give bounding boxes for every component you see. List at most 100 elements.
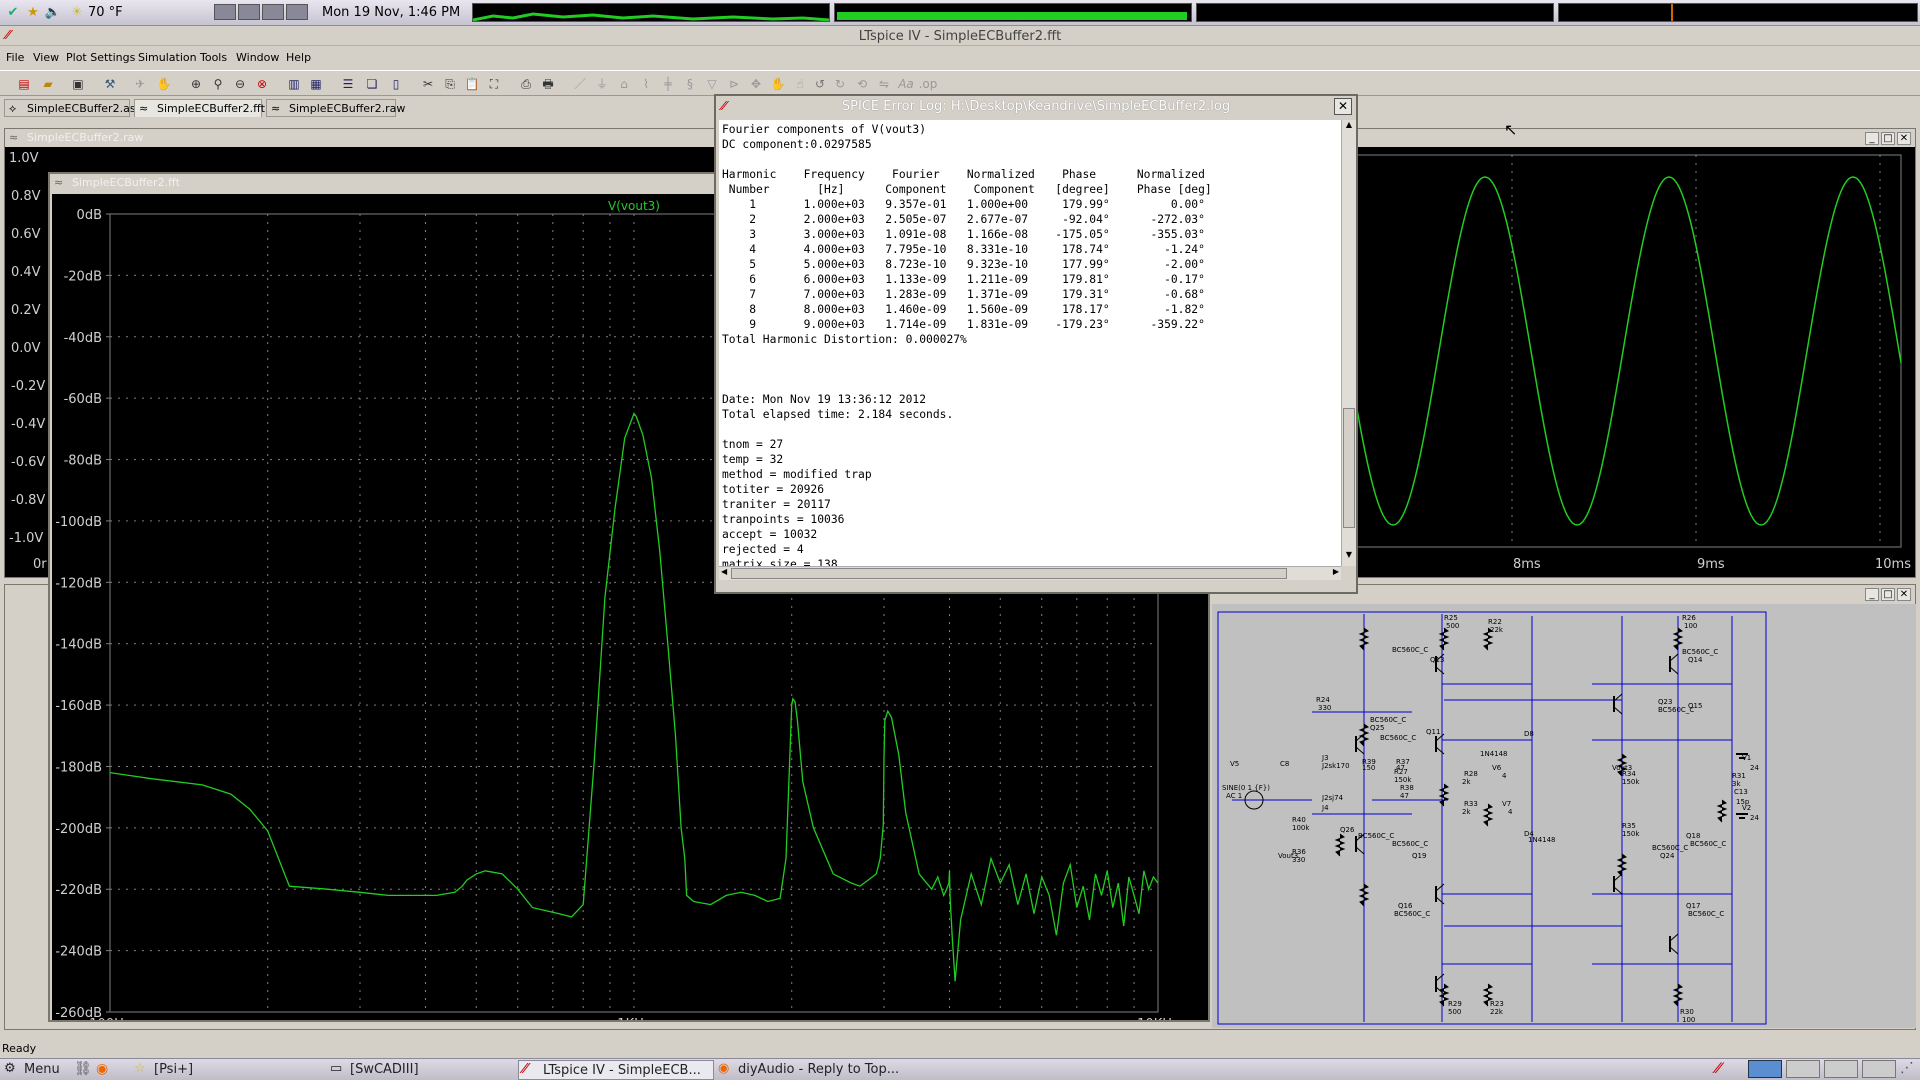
close-icon[interactable]: ✕ [1897, 132, 1911, 145]
hscroll-thumb[interactable] [731, 568, 1287, 579]
workspace-pager-3[interactable] [1824, 1060, 1858, 1078]
component-label[interactable]: R31 [1732, 772, 1746, 780]
schematic-canvas[interactable]: R25 500 R22 22k R26 100 BC560C_C Q13 BC560C_C Q14… [1212, 604, 1916, 1028]
component-label[interactable]: R22 [1488, 618, 1502, 626]
component-label[interactable]: 150k [1622, 830, 1639, 838]
component-label[interactable]: 500 [1448, 1008, 1461, 1016]
component-label[interactable]: 4 [1502, 772, 1506, 780]
component-icon[interactable]: ⊳ [724, 74, 744, 94]
text-icon[interactable]: Aa [896, 74, 916, 94]
component-label[interactable]: J2sj74 [1322, 794, 1343, 802]
redo-icon[interactable]: ↻ [830, 74, 850, 94]
component-label[interactable]: Q25 [1370, 724, 1384, 732]
cut-icon[interactable]: ✂ [418, 74, 438, 94]
star-icon[interactable]: ★ [24, 4, 42, 22]
undo-icon[interactable]: ↺ [810, 74, 830, 94]
component-label[interactable]: 2k [1462, 778, 1471, 786]
component-label[interactable]: V5 [1230, 760, 1239, 768]
scroll-left-icon[interactable]: ◀ [721, 567, 727, 576]
task-ltspice[interactable]: ⁄⁄ LTspice IV - SimpleECB... [518, 1060, 714, 1080]
component-label[interactable]: C13 [1734, 788, 1748, 796]
scroll-thumb[interactable] [1343, 408, 1355, 528]
component-label[interactable]: AC 1 [1226, 792, 1242, 800]
maximize-icon[interactable]: □ [1881, 588, 1895, 601]
spice-log-text[interactable]: Fourier components of V(vout3) DC compone… [719, 120, 1341, 566]
spice-log-title-bar[interactable]: ⁄⁄ SPICE Error Log: H:\Desktop\Keandrive… [716, 96, 1356, 118]
component-label[interactable]: Q26 [1340, 826, 1354, 834]
log-horizontal-scrollbar[interactable]: ◀ ▶ [719, 566, 1341, 580]
component-label[interactable]: Vout3 [1612, 764, 1632, 772]
close-icon[interactable]: ✕ [1334, 98, 1352, 115]
component-label[interactable]: SINE(0 1 {F}) [1222, 784, 1270, 792]
component-label[interactable]: 24 [1750, 814, 1759, 822]
component-label[interactable]: 100 [1682, 1016, 1695, 1024]
component-label[interactable]: 2k [1462, 808, 1471, 816]
component-label[interactable]: Q19 [1412, 852, 1426, 860]
component-label[interactable]: BC560C_C [1688, 910, 1724, 918]
component-label[interactable]: V6 [1492, 764, 1501, 772]
component-label[interactable]: Q23 [1658, 698, 1672, 706]
component-label[interactable]: R26 [1682, 614, 1696, 622]
component-label[interactable]: D8 [1524, 730, 1534, 738]
component-label[interactable]: BC560C_C [1380, 734, 1416, 742]
component-label[interactable]: Vout3 [1278, 852, 1298, 860]
component-label[interactable]: J2sk170 [1322, 762, 1350, 770]
log-vertical-scrollbar[interactable]: ▲ ▼ [1341, 120, 1356, 566]
component-label[interactable]: C8 [1280, 760, 1289, 768]
scroll-right-icon[interactable]: ▶ [1333, 567, 1339, 576]
component-label[interactable]: 1N4148 [1480, 750, 1508, 758]
close-icon[interactable]: ✕ [1897, 588, 1911, 601]
component-label[interactable]: BC560C_C [1682, 648, 1718, 656]
component-label[interactable]: 24 [1750, 764, 1759, 772]
component-label[interactable]: R30 [1680, 1008, 1694, 1016]
weather-text[interactable]: 70 °F [88, 5, 123, 20]
component-label[interactable]: R28 [1464, 770, 1478, 778]
component-label[interactable]: V2 [1742, 804, 1751, 812]
trace-label[interactable]: V(vout3) [608, 199, 660, 213]
tile-vertical-icon[interactable]: ▯ [386, 74, 406, 94]
component-label[interactable]: 1N4148 [1528, 836, 1556, 844]
component-label[interactable]: BC560C_C [1392, 646, 1428, 654]
component-label[interactable]: 150k [1622, 778, 1639, 786]
component-label[interactable]: Q13 [1430, 656, 1444, 664]
control-panel-icon[interactable]: ⚒ [100, 74, 120, 94]
component-label[interactable]: R27 [1394, 768, 1408, 776]
menu-tools[interactable]: Tools [200, 51, 227, 64]
component-label[interactable]: R24 [1316, 696, 1330, 704]
workspace-pager-4[interactable] [1862, 1060, 1896, 1078]
menu-simulation[interactable]: Simulation [138, 51, 197, 64]
shield-icon[interactable]: ✔ [4, 4, 22, 22]
task-diyaudio[interactable]: ◉ diyAudio - Reply to Top... [714, 1060, 924, 1080]
ground-icon[interactable]: ⏚ [592, 74, 612, 94]
component-label[interactable]: R29 [1448, 1000, 1462, 1008]
resistor-icon[interactable]: ⌇ [636, 74, 656, 94]
component-label[interactable]: 330 [1318, 704, 1331, 712]
component-label[interactable]: Q17 [1686, 902, 1700, 910]
component-label[interactable]: V7 [1502, 800, 1511, 808]
mirror-icon[interactable]: ⇋ [874, 74, 894, 94]
component-label[interactable]: J3 [1322, 754, 1329, 762]
component-label[interactable]: J4 [1322, 804, 1329, 812]
volume-icon[interactable]: 🔈 [44, 4, 62, 22]
inductor-icon[interactable]: § [680, 74, 700, 94]
component-label[interactable]: BC560C_C [1370, 716, 1406, 724]
cascade-icon[interactable]: ❏ [362, 74, 382, 94]
diode-icon[interactable]: ▽ [702, 74, 722, 94]
menu-plot-settings[interactable]: Plot Settings [66, 51, 135, 64]
open-folder-icon[interactable]: ▰ [38, 74, 58, 94]
component-label[interactable]: Q24 [1660, 852, 1674, 860]
zoom-out-icon[interactable]: ⊖ [230, 74, 250, 94]
workspace-pager-2[interactable] [1786, 1060, 1820, 1078]
new-schematic-icon[interactable]: ▤ [14, 74, 34, 94]
component-label[interactable]: Q14 [1688, 656, 1702, 664]
label-icon[interactable]: ⌂ [614, 74, 634, 94]
component-label[interactable]: 100 [1684, 622, 1697, 630]
firefox-icon[interactable]: ◉ [96, 1061, 108, 1077]
maximize-icon[interactable]: □ [1881, 132, 1895, 145]
component-label[interactable]: 150 [1362, 764, 1375, 772]
component-label[interactable]: 150k [1394, 776, 1411, 784]
minimize-icon[interactable]: _ [1865, 588, 1879, 601]
workspace-switcher[interactable] [214, 4, 314, 22]
paste-icon[interactable]: 📋 [462, 74, 482, 94]
component-label[interactable]: R35 [1622, 822, 1636, 830]
